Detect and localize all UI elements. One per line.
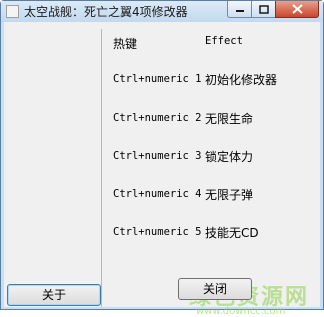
hotkey-key: Ctrl+numeric 2 — [113, 112, 202, 124]
hotkey-key: Ctrl+numeric 1 — [113, 73, 202, 85]
minimize-button[interactable] — [227, 1, 252, 18]
header-hotkey: 热键 — [113, 37, 138, 51]
hotkey-row: Ctrl+numeric 1 初始化修改器 — [113, 71, 277, 87]
hotkey-row: Ctrl+numeric 3 锁定体力 — [113, 148, 253, 164]
about-button[interactable]: 关于 — [7, 284, 101, 306]
title-bar[interactable]: 太空战舰：死亡之翼4项修改器 — [1, 1, 323, 22]
left-panel — [4, 29, 102, 307]
minimize-icon — [235, 10, 244, 12]
hotkey-key: Ctrl+numeric 3 — [113, 150, 202, 162]
app-window: 太空战舰：死亡之翼4项修改器 热键 Effect Ctrl+numeric 1 … — [0, 0, 324, 317]
maximize-button[interactable] — [251, 1, 276, 18]
hotkey-effect: 技能无CD — [205, 226, 259, 240]
hotkey-effect: 初始化修改器 — [205, 73, 278, 87]
hotkey-key: Ctrl+numeric 5 — [113, 226, 202, 238]
close-icon — [291, 4, 303, 14]
hotkey-row: Ctrl+numeric 4 无限子弹 — [113, 186, 253, 202]
hotkey-row: Ctrl+numeric 5 技能无CD — [113, 224, 259, 240]
header-effect: Effect — [205, 35, 243, 47]
hotkey-effect: 无限生命 — [205, 112, 254, 126]
app-icon — [6, 5, 19, 18]
watermark-url: www.downcc.com — [196, 306, 286, 317]
close-window-button[interactable] — [275, 1, 319, 18]
close-button[interactable]: 关闭 — [178, 278, 252, 300]
hotkey-effect: 锁定体力 — [205, 150, 254, 164]
client-area: 热键 Effect Ctrl+numeric 1 初始化修改器 Ctrl+num… — [4, 22, 320, 317]
hotkey-effect: 无限子弹 — [205, 188, 254, 202]
hotkey-row: Ctrl+numeric 2 无限生命 — [113, 110, 253, 126]
maximize-icon — [258, 4, 269, 14]
hotkey-key: Ctrl+numeric 4 — [113, 188, 202, 200]
window-title: 太空战舰：死亡之翼4项修改器 — [24, 5, 188, 19]
table-header: 热键 Effect — [113, 35, 243, 52]
